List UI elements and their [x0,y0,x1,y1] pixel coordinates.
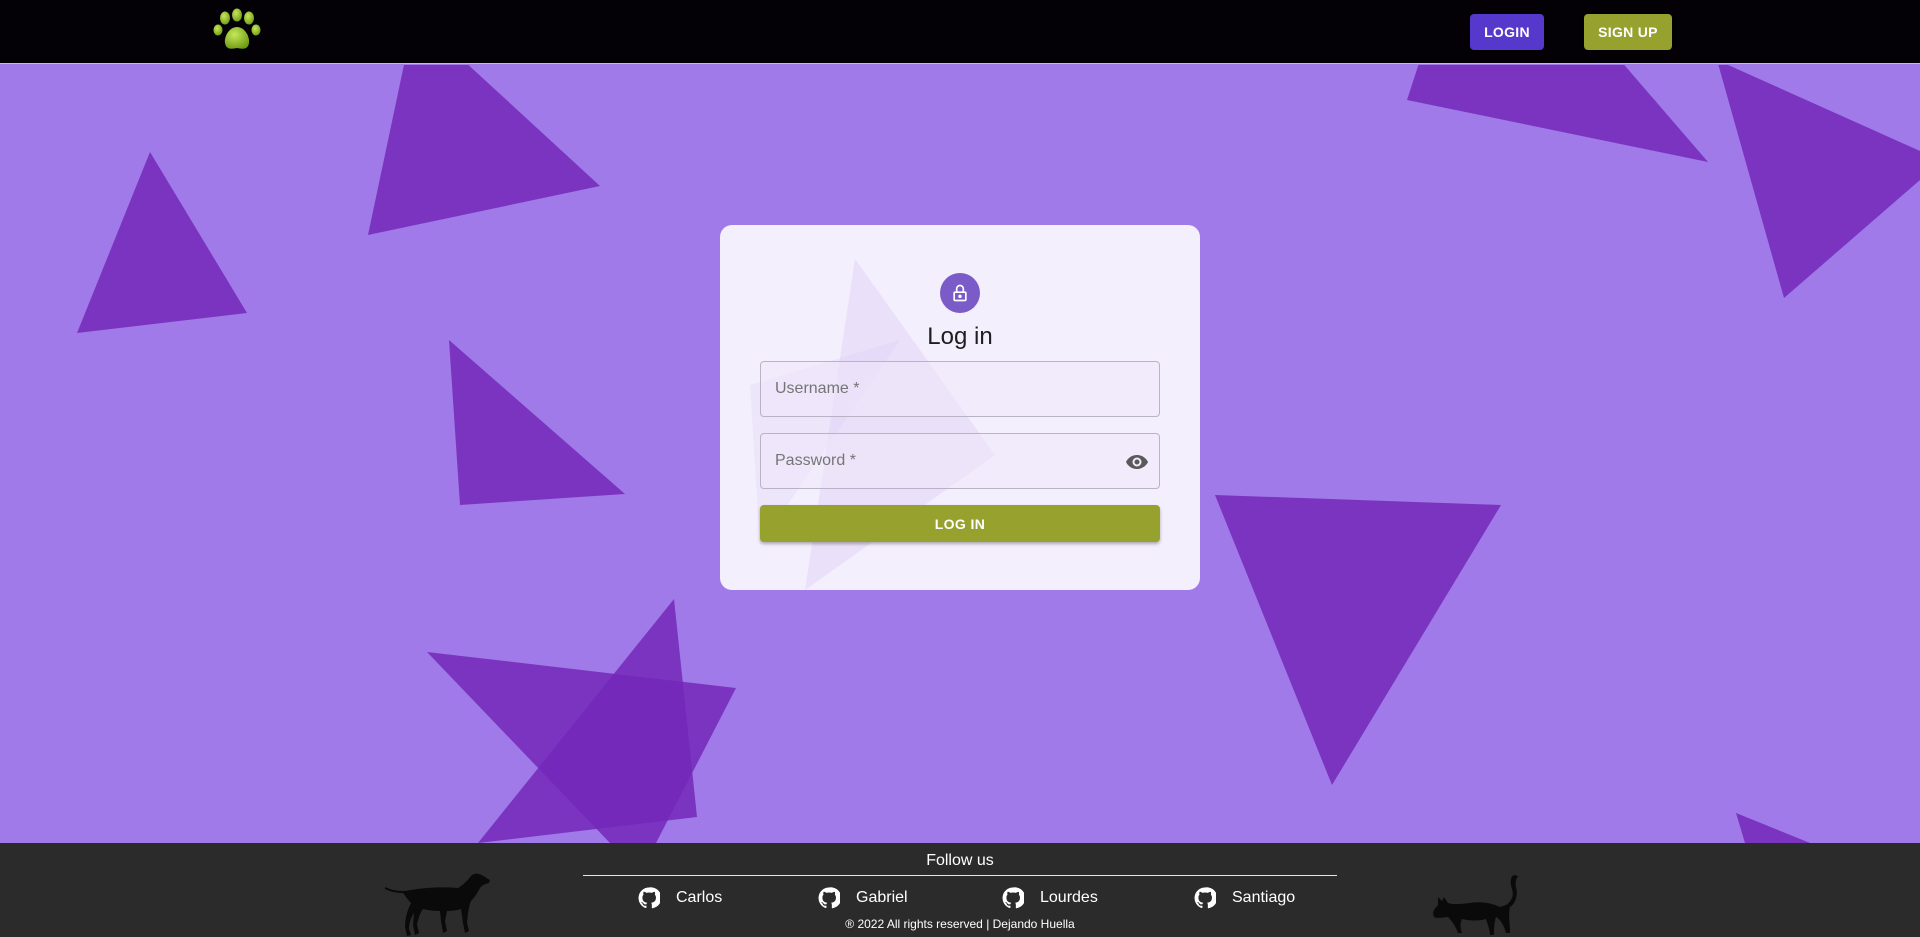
github-icon [1194,887,1216,909]
password-field [760,433,1160,489]
github-link-santiago[interactable]: Santiago [1194,885,1295,911]
login-title: Log in [927,323,993,350]
github-link-gabriel[interactable]: Gabriel [818,885,908,911]
eye-icon[interactable] [1125,450,1149,474]
github-link-carlos[interactable]: Carlos [638,885,722,911]
signup-button[interactable]: SIGN UP [1584,14,1672,50]
follow-us-heading: Follow us [926,852,994,869]
github-link-label: Carlos [676,889,723,906]
paw-icon[interactable] [212,8,262,54]
lock-avatar [940,273,980,313]
cat-silhouette [1433,875,1518,935]
password-input[interactable] [761,434,1159,488]
login-card: Log in LOG IN [720,225,1200,590]
copyright-text: ® 2022 All rights reserved | Dejando Hue… [845,917,1075,931]
footer: Follow us Carlos Gabriel Lourdes Santiag… [0,843,1920,937]
dog-silhouette [385,873,490,936]
footer-divider [583,875,1337,876]
login-button[interactable]: LOGIN [1470,14,1544,50]
username-input[interactable] [761,362,1159,416]
top-navbar: LOGIN SIGN UP [0,0,1920,64]
github-icon [818,887,840,909]
github-link-label: Gabriel [856,889,908,906]
submit-login-button[interactable]: LOG IN [760,505,1160,542]
github-link-label: Santiago [1232,889,1296,906]
username-field [760,361,1160,417]
lock-icon [953,284,967,302]
github-link-lourdes[interactable]: Lourdes [1002,885,1098,911]
github-icon [1002,887,1024,909]
github-link-label: Lourdes [1040,889,1098,906]
github-icon [638,887,660,909]
